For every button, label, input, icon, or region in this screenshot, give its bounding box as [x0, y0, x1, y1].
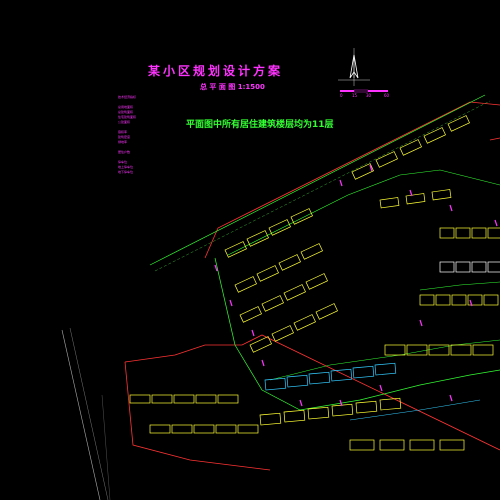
building-block	[305, 273, 328, 290]
section-marker	[229, 299, 233, 307]
building-block	[315, 303, 338, 320]
building-block	[352, 365, 375, 379]
building-block	[195, 394, 217, 404]
section-marker	[339, 179, 343, 187]
building-block	[261, 295, 284, 312]
scale-label-0: 0	[340, 93, 343, 98]
site-boundary-right	[489, 137, 500, 141]
building-block	[217, 394, 239, 404]
building-block	[447, 115, 470, 132]
building-block	[455, 227, 471, 239]
building-block	[405, 193, 426, 205]
building-block	[283, 284, 306, 301]
drawing-title: 某小区规划设计方案	[148, 64, 284, 78]
building-block	[264, 377, 287, 391]
building-block	[450, 344, 472, 356]
building-block	[435, 294, 451, 306]
building-block	[307, 406, 330, 420]
section-marker	[379, 384, 383, 392]
building-block	[331, 403, 354, 417]
building-block	[293, 314, 316, 331]
floor-note: 平面图中所有居住建筑楼层均为11层	[186, 120, 334, 130]
building-block	[472, 344, 494, 356]
building-block	[374, 362, 397, 376]
building-block	[439, 439, 465, 451]
cad-drawing-canvas: 某小区规划设计方案 总 平 面 图 1:1500 平面图中所有居住建筑楼层均为1…	[0, 0, 500, 500]
section-marker	[251, 329, 255, 337]
outer-road-line-left	[61, 329, 101, 500]
building-block	[330, 368, 353, 382]
building-block	[129, 394, 151, 404]
building-block	[379, 397, 402, 411]
building-block	[439, 227, 455, 239]
building-block	[379, 439, 405, 451]
legend-line: 地下停车位	[118, 170, 134, 174]
building-block	[355, 400, 378, 414]
building-block	[451, 294, 467, 306]
building-block	[431, 189, 452, 201]
building-block	[234, 276, 257, 293]
building-block	[384, 344, 406, 356]
building-block	[471, 261, 487, 273]
building-block	[237, 424, 259, 434]
building-block	[487, 227, 500, 239]
building-block	[379, 197, 400, 209]
building-block	[256, 265, 279, 282]
section-marker	[494, 219, 498, 227]
building-block	[171, 424, 193, 434]
building-block	[455, 261, 471, 273]
scale-label-60: 60	[384, 93, 390, 98]
technical-index-legend: 技术经济指标 总用地面积 总建筑面积 住宅建筑面积 公建面积 容积率 建筑密度 绿地率 居住户数…	[118, 95, 208, 175]
building-block	[399, 139, 422, 156]
building-block	[271, 325, 294, 342]
building-block	[149, 424, 171, 434]
building-block	[283, 409, 306, 423]
building-block	[300, 243, 323, 260]
building-block	[173, 394, 195, 404]
building-block	[471, 227, 487, 239]
building-block	[375, 151, 398, 168]
section-marker	[419, 319, 423, 327]
building-block	[239, 306, 262, 323]
building-block	[487, 261, 500, 273]
scale-bar	[340, 89, 388, 93]
outer-road-line-left-2	[69, 327, 109, 500]
inner-road-5	[349, 399, 481, 421]
building-block	[286, 374, 309, 388]
scale-label-15: 15	[352, 93, 358, 98]
building-block	[259, 412, 282, 426]
building-block	[308, 371, 331, 385]
inner-road	[214, 257, 500, 411]
building-block	[439, 261, 455, 273]
north-arrow	[338, 48, 370, 86]
building-block	[193, 424, 215, 434]
building-block	[151, 394, 173, 404]
inner-road-3	[419, 281, 500, 291]
building-block	[349, 439, 375, 451]
section-marker	[299, 399, 303, 407]
building-block	[423, 127, 446, 144]
site-boundary-line-left	[124, 361, 271, 471]
scale-label-30: 30	[366, 93, 372, 98]
drawing-subtitle: 总 平 面 图 1:1500	[200, 83, 265, 91]
building-block	[249, 336, 272, 353]
section-marker	[261, 359, 265, 367]
building-block	[215, 424, 237, 434]
outer-road-line-left-3	[101, 394, 111, 500]
building-block	[409, 439, 435, 451]
section-marker	[449, 394, 453, 402]
building-block	[419, 294, 435, 306]
inner-road-2	[227, 169, 500, 256]
building-block	[406, 344, 428, 356]
section-marker	[449, 204, 453, 212]
building-block	[483, 294, 499, 306]
building-block	[278, 254, 301, 271]
